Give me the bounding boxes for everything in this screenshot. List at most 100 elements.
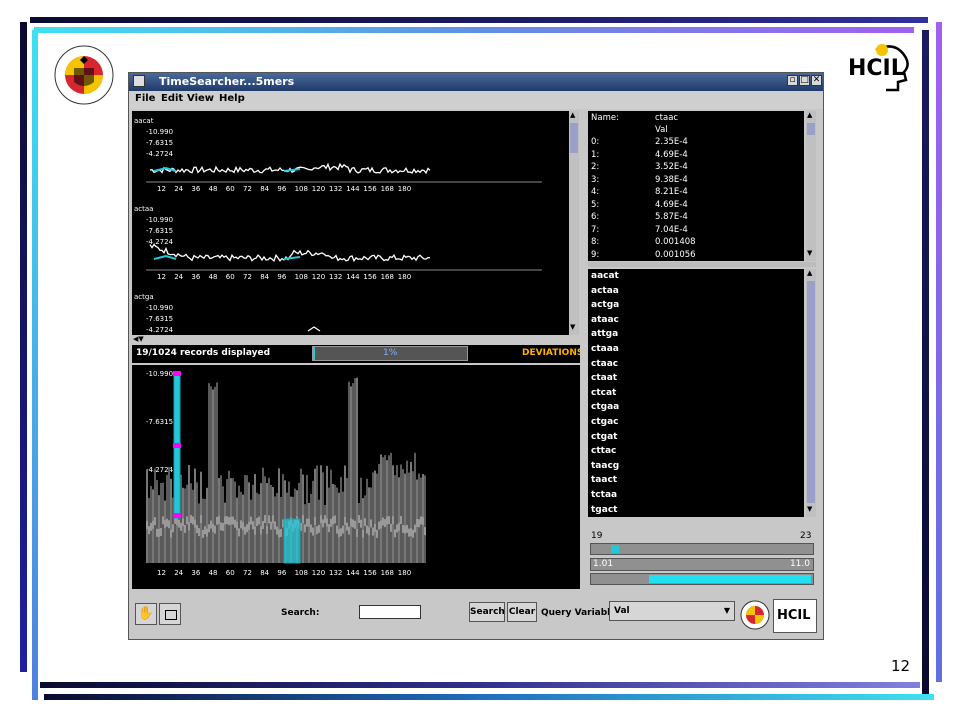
details-splitter[interactable] (588, 262, 816, 267)
overview-column (168, 467, 170, 563)
overview-band (368, 527, 370, 536)
detail-row-value: 9.38E-4 (655, 174, 688, 185)
series-y-tick: -10.990 (146, 216, 173, 224)
search-button[interactable]: Search (469, 602, 505, 622)
record-list-item[interactable]: attga (591, 329, 618, 339)
overview-band (394, 529, 396, 538)
overview-band (386, 516, 388, 525)
overview-y-tick: -10.990 (146, 370, 173, 378)
details-scroll-up[interactable]: ▲ (807, 111, 812, 119)
overview-band (248, 521, 250, 530)
details-scroll-thumb[interactable] (807, 123, 815, 135)
series-panel: aacat -10.990 -7.6315 -4.2724 12 24 36 48 60 72 84… (132, 111, 569, 335)
top-range-thumb[interactable] (611, 545, 619, 553)
overview-column (376, 473, 378, 563)
series-x-tick: 96 (277, 185, 286, 193)
record-list-item[interactable]: ctgac (591, 417, 619, 427)
record-list-item[interactable]: actaa (591, 286, 619, 296)
hcil-logo-text: HCIL (777, 608, 811, 623)
overview-band (244, 526, 246, 535)
window-titlebar[interactable]: TimeSearcher...5mers ▫ □ ✕ (129, 73, 823, 91)
detail-row-index: 9: (591, 249, 600, 260)
series-x-tick: 60 (226, 273, 235, 281)
query-variable-select[interactable]: Val ▼ (609, 601, 735, 621)
scroll-up-arrow[interactable]: ▲ (570, 111, 575, 119)
detail-row-value: 7.04E-4 (655, 224, 688, 235)
detail-row-value: 0.001408 (655, 237, 696, 247)
overview-column (272, 486, 274, 563)
scroll-down-arrow[interactable]: ▼ (570, 323, 575, 331)
range-slider-panel: 19 23 1.01 11.0 (588, 529, 816, 589)
window-menu-icon[interactable] (133, 75, 145, 87)
clear-button[interactable]: Clear (507, 602, 537, 622)
records-scrollbar[interactable]: ▲ ▼ (806, 269, 816, 517)
records-list-panel[interactable]: aacat actaa actga ataac attga ctaaa ctaac ctaat… (588, 269, 804, 517)
series-scroll-thumb[interactable] (570, 123, 578, 153)
overview-band (262, 520, 264, 529)
overview-band (384, 519, 386, 528)
record-list-item[interactable]: tgact (591, 505, 617, 515)
close-button[interactable]: ✕ (811, 75, 822, 86)
overview-band (354, 520, 356, 529)
record-list-item[interactable]: ctaat (591, 373, 617, 383)
record-list-item[interactable]: taact (591, 475, 617, 485)
overview-band (222, 522, 224, 531)
series-line (149, 162, 431, 175)
overview-band (206, 528, 208, 537)
menu-help[interactable]: Help (219, 93, 245, 104)
record-list-item[interactable]: ctaac (591, 359, 618, 369)
menu-edit[interactable]: Edit (161, 93, 183, 104)
record-list-item[interactable]: aacat (591, 271, 619, 281)
series-scrollbar[interactable]: ▲ ▼ (569, 111, 579, 335)
menu-file[interactable]: File (135, 93, 155, 104)
overview-column (364, 495, 366, 563)
details-scrollbar[interactable]: ▲ ▼ (806, 111, 816, 261)
query-variable-label: Query Variable (541, 608, 617, 618)
rectangle-tool-button[interactable] (159, 603, 181, 625)
splitter-arrows[interactable]: ◀▼ (133, 335, 144, 343)
overview-band (224, 516, 226, 525)
records-scroll-down[interactable]: ▼ (807, 505, 812, 513)
overview-query-handle-mid (173, 443, 181, 448)
overview-band (180, 522, 182, 531)
overview-column (352, 383, 354, 563)
hand-tool-button[interactable]: ✋ (135, 603, 157, 625)
overview-band (374, 523, 376, 532)
overview-column (244, 475, 246, 563)
maximize-button[interactable]: □ (799, 75, 810, 86)
overview-panel[interactable]: -10.990-7.6315-4.2724-0.9134122436486072… (132, 365, 580, 589)
deviations-label[interactable]: DEVIATIONS (522, 348, 580, 358)
record-list-item[interactable]: tctaa (591, 490, 617, 500)
record-list-item[interactable]: ataac (591, 315, 619, 325)
overview-x-tick: 72 (243, 569, 252, 577)
overview-band (186, 516, 188, 525)
record-list-item[interactable]: ctgaa (591, 402, 619, 412)
overview-column (220, 475, 222, 563)
overview-band (172, 524, 174, 533)
top-range-slider[interactable] (590, 543, 814, 555)
records-scroll-up[interactable]: ▲ (807, 269, 812, 277)
overview-band (410, 528, 412, 537)
hcil-head-icon (875, 44, 909, 92)
record-list-item[interactable]: ctcat (591, 388, 616, 398)
query-variable-value: Val (614, 606, 630, 616)
top-range-min: 19 (591, 531, 603, 541)
bottom-range-fill[interactable] (649, 575, 811, 583)
records-scroll-thumb[interactable] (807, 281, 815, 503)
series-name: aacat (134, 117, 154, 125)
overview-column (224, 502, 226, 563)
record-list-item[interactable]: actga (591, 300, 619, 310)
details-scroll-down[interactable]: ▼ (807, 249, 812, 257)
minimize-button[interactable]: ▫ (787, 75, 798, 86)
menu-view[interactable]: View (187, 93, 214, 104)
record-list-item[interactable]: cttac (591, 446, 616, 456)
record-list-item[interactable]: ctaaa (591, 344, 619, 354)
detail-row-value: 8.21E-4 (655, 187, 688, 197)
overview-plot[interactable]: -10.990-7.6315-4.2724-0.9134122436486072… (132, 365, 580, 589)
search-input[interactable] (359, 605, 421, 619)
record-list-item[interactable]: ctgat (591, 432, 617, 442)
overview-band (362, 529, 364, 538)
bottom-range-slider[interactable] (590, 573, 814, 585)
record-list-item[interactable]: taacg (591, 461, 619, 471)
overview-band (348, 526, 350, 535)
